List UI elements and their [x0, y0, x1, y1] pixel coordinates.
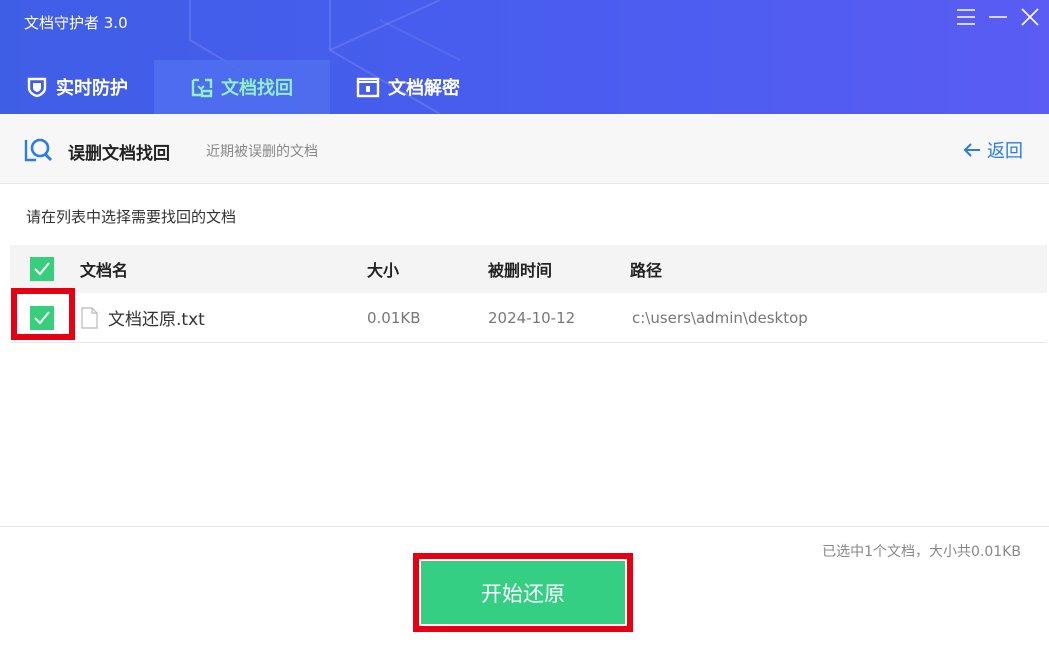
- row-check-cell: [30, 293, 54, 342]
- file-table: 文档名 大小 被删时间 路径 文档还原.txt 0.01KB 2024-10-1…: [10, 245, 1047, 343]
- footer-divider: [0, 526, 1049, 527]
- column-header-deleted-time[interactable]: 被删时间: [488, 245, 552, 293]
- row-checkbox[interactable]: [30, 305, 54, 330]
- main-tabs: 实时防护 文档找回 文档解密: [0, 60, 486, 114]
- subheader-bar: 误删文档找回 近期被误删的文档 返回: [0, 114, 1049, 184]
- file-size: 0.01KB: [367, 308, 421, 327]
- check-icon: [34, 310, 50, 324]
- file-name-cell: 文档还原.txt: [80, 293, 205, 342]
- file-icon: [81, 306, 98, 329]
- tab-realtime-protection[interactable]: 实时防护: [0, 60, 154, 114]
- start-restore-button[interactable]: 开始还原: [421, 561, 625, 624]
- tab-document-decrypt[interactable]: 文档解密: [330, 60, 486, 114]
- shield-icon: [26, 76, 48, 98]
- tab-document-recovery[interactable]: 文档找回: [154, 60, 330, 114]
- back-button[interactable]: 返回: [963, 137, 1023, 163]
- instruction-text: 请在列表中选择需要找回的文档: [26, 208, 237, 226]
- file-path: c:\users\admin\desktop: [632, 308, 808, 327]
- table-header: 文档名 大小 被删时间 路径: [10, 245, 1047, 293]
- column-header-size[interactable]: 大小: [367, 245, 399, 293]
- app-title: 文档守护者 3.0: [24, 14, 128, 32]
- hamburger-icon[interactable]: [955, 6, 977, 28]
- select-all-checkbox[interactable]: [30, 257, 54, 281]
- page-description: 近期被误删的文档: [206, 144, 318, 160]
- selection-summary: 已选中1个文档，大小共0.01KB: [822, 544, 1021, 560]
- tab-label: 文档解密: [388, 78, 460, 99]
- file-deleted-time: 2024-10-12: [488, 308, 576, 327]
- app-header: 文档守护者 3.0 实时防护 文档找回 文档解密: [0, 0, 1049, 114]
- column-header-path[interactable]: 路径: [630, 245, 662, 293]
- check-icon: [34, 262, 50, 276]
- file-name: 文档还原.txt: [108, 310, 205, 330]
- document-recover-icon: [191, 76, 213, 98]
- tab-label: 实时防护: [56, 78, 128, 99]
- window-controls: [955, 6, 1041, 28]
- column-header-name[interactable]: 文档名: [80, 245, 128, 293]
- back-label: 返回: [987, 141, 1023, 162]
- table-row[interactable]: 文档还原.txt 0.01KB 2024-10-12 c:\users\admi…: [10, 293, 1047, 343]
- page-title: 误删文档找回: [68, 144, 170, 164]
- document-search-icon: [24, 136, 54, 168]
- minimize-icon[interactable]: [987, 6, 1009, 28]
- select-all-cell: [30, 245, 54, 293]
- tab-label: 文档找回: [221, 78, 293, 99]
- folder-lock-icon: [356, 76, 380, 98]
- arrow-left-icon: [963, 143, 980, 157]
- close-icon[interactable]: [1019, 6, 1041, 28]
